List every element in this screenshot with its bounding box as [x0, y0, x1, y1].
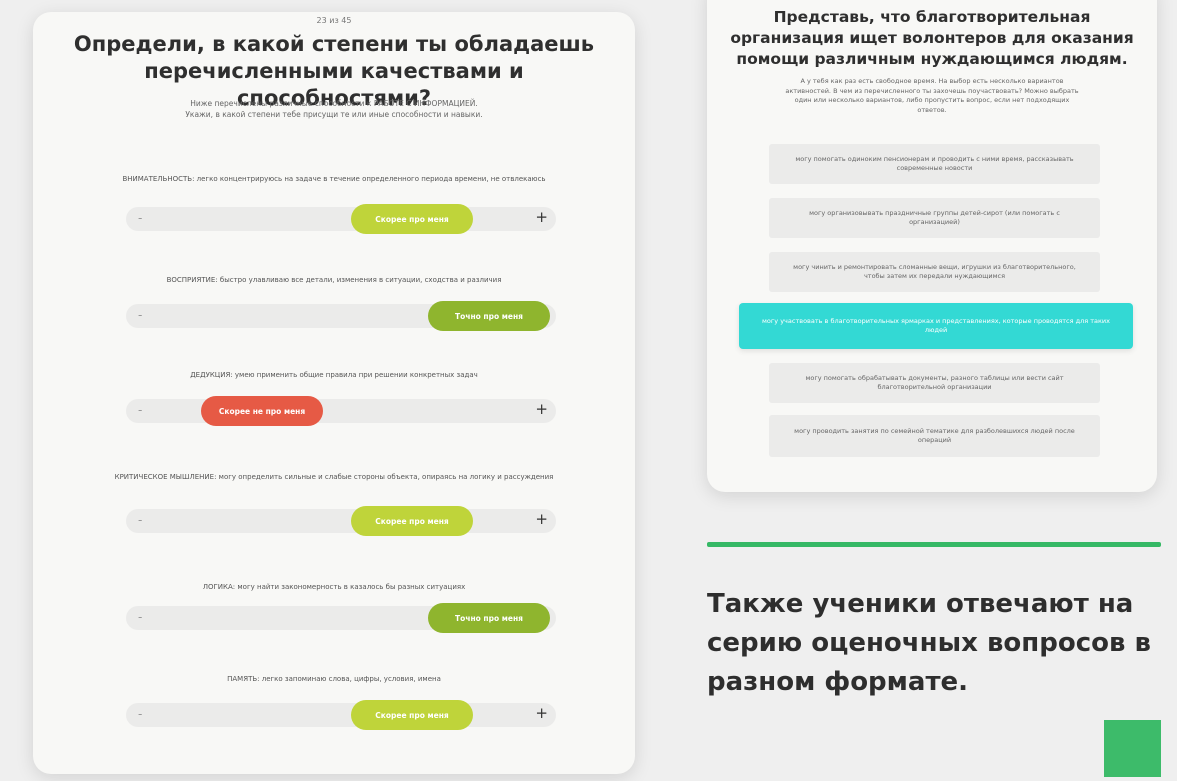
answer-option[interactable]: могу помогать обрабатывать документы, ра…	[769, 363, 1100, 403]
rating-selected-pill[interactable]: Скорее про меня	[351, 506, 473, 536]
plus-icon[interactable]: +	[535, 510, 548, 528]
rating-selected-pill[interactable]: Скорее про меня	[351, 204, 473, 234]
answer-option[interactable]: могу организовывать праздничные группы д…	[769, 198, 1100, 238]
rating-scale[interactable]: - Скорее про меня +	[126, 204, 556, 234]
green-divider	[707, 542, 1161, 547]
page-subtitle: Ниже перечислены различные способности к…	[185, 99, 483, 119]
minus-icon[interactable]: -	[138, 211, 142, 225]
plus-icon[interactable]: +	[535, 208, 548, 226]
question-text: ЛОГИКА: могу найти закономерность в каза…	[202, 583, 466, 591]
minus-icon[interactable]: -	[138, 513, 142, 527]
self-assessment-card: 23 из 45 Определи, в какой степени ты об…	[33, 12, 635, 774]
volunteer-question-card: Представь, что благотворительная организ…	[707, 0, 1157, 492]
question-text: ВНИМАТЕЛЬНОСТЬ: легко концентрируюсь на …	[122, 175, 546, 183]
question-title: Представь, что благотворительная организ…	[730, 8, 1134, 68]
question-counter: 23 из 45	[316, 16, 352, 25]
minus-icon[interactable]: -	[138, 610, 142, 624]
green-square-decoration	[1104, 720, 1161, 777]
rating-scale[interactable]: - Скорее не про меня +	[126, 396, 556, 426]
rating-selected-pill[interactable]: Точно про меня	[428, 603, 550, 633]
rating-scale[interactable]: - Точно про меня	[126, 301, 556, 331]
question-text: ДЕДУКЦИЯ: умею применить общие правила п…	[190, 371, 478, 379]
rating-scale[interactable]: - Точно про меня	[126, 603, 556, 633]
question-subtitle: А у тебя как раз есть свободное время. Н…	[785, 77, 1079, 114]
answer-option[interactable]: могу чинить и ремонтировать сломанные ве…	[769, 252, 1100, 292]
answer-option[interactable]: могу помогать одиноким пенсионерам и про…	[769, 144, 1100, 184]
question-text: ВОСПРИЯТИЕ: быстро улавливаю все детали,…	[166, 276, 502, 284]
minus-icon[interactable]: -	[138, 403, 142, 417]
question-text: КРИТИЧЕСКОЕ МЫШЛЕНИЕ: могу определить си…	[114, 473, 554, 481]
rating-scale[interactable]: - Скорее про меня +	[126, 700, 556, 730]
caption-text: Также ученики отвечают на серию оценочны…	[707, 589, 1151, 697]
rating-selected-pill[interactable]: Точно про меня	[428, 301, 550, 331]
minus-icon[interactable]: -	[138, 707, 142, 721]
answer-option-selected[interactable]: могу участвовать в благотворительных ярм…	[739, 303, 1133, 349]
minus-icon[interactable]: -	[138, 308, 142, 322]
question-text: ПАМЯТЬ: легко запоминаю слова, цифры, ус…	[227, 675, 441, 683]
rating-selected-pill[interactable]: Скорее не про меня	[201, 396, 323, 426]
rating-scale[interactable]: - Скорее про меня +	[126, 506, 556, 536]
plus-icon[interactable]: +	[535, 704, 548, 722]
plus-icon[interactable]: +	[535, 400, 548, 418]
rating-selected-pill[interactable]: Скорее про меня	[351, 700, 473, 730]
answer-option[interactable]: могу проводить занятия по семейной темат…	[769, 415, 1100, 457]
